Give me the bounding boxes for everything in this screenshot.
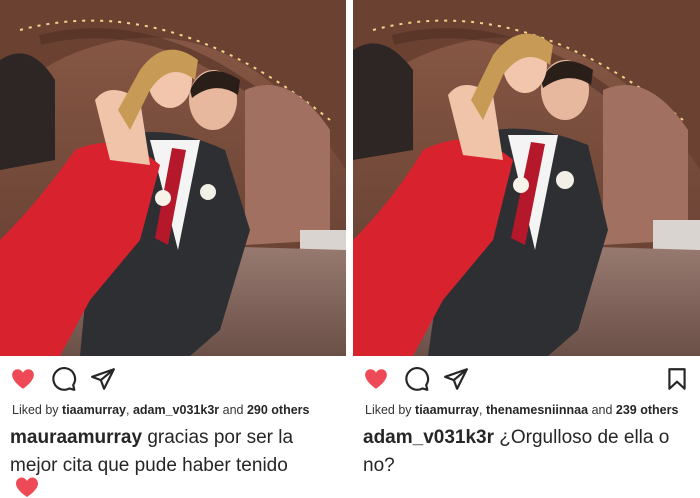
bookmark-icon[interactable] (664, 366, 690, 392)
post-photo[interactable] (0, 0, 346, 356)
likes-count[interactable]: 239 others (616, 403, 679, 417)
prom-couple-photo (0, 0, 346, 356)
post-photo[interactable] (353, 0, 700, 356)
liker-username[interactable]: tiaamurray (415, 403, 479, 417)
likes-separator: , (125, 403, 130, 417)
heart-icon[interactable] (10, 366, 36, 392)
likes-separator: , (478, 403, 483, 417)
send-icon[interactable] (443, 366, 469, 392)
prom-couple-photo (353, 0, 700, 356)
likes-count[interactable]: 290 others (247, 403, 310, 417)
post-actions (10, 366, 336, 392)
liker-username[interactable]: tiaamurray (62, 403, 126, 417)
send-icon[interactable] (90, 366, 116, 392)
heart-icon[interactable] (363, 366, 389, 392)
heart-emoji-icon (14, 476, 40, 498)
likes-and: and (222, 403, 244, 417)
caption-username[interactable]: mauraamurray (10, 427, 142, 448)
likes-prefix: Liked by (12, 403, 59, 417)
instagram-post-right: Liked by tiaamurray, thenamesniinnaa and… (353, 0, 700, 498)
instagram-post-left: Liked by tiaamurray, adam_v031k3r and 29… (0, 0, 346, 498)
caption-username[interactable]: adam_v031k3r (363, 427, 494, 448)
comment-icon[interactable] (404, 366, 430, 392)
liker-username[interactable]: thenamesniinnaa (486, 403, 588, 417)
panel-divider (346, 0, 353, 356)
liker-username[interactable]: adam_v031k3r (133, 403, 219, 417)
post-caption: adam_v031k3r ¿Orgulloso de ella o no? (363, 424, 686, 480)
likes-summary: Liked by tiaamurray, adam_v031k3r and 29… (12, 403, 340, 417)
post-caption: mauraamurray gracias por ser la mejor ci… (10, 424, 332, 480)
likes-summary: Liked by tiaamurray, thenamesniinnaa and… (365, 403, 694, 417)
likes-and: and (591, 403, 613, 417)
comment-icon[interactable] (51, 366, 77, 392)
post-actions (363, 366, 690, 392)
likes-prefix: Liked by (365, 403, 412, 417)
